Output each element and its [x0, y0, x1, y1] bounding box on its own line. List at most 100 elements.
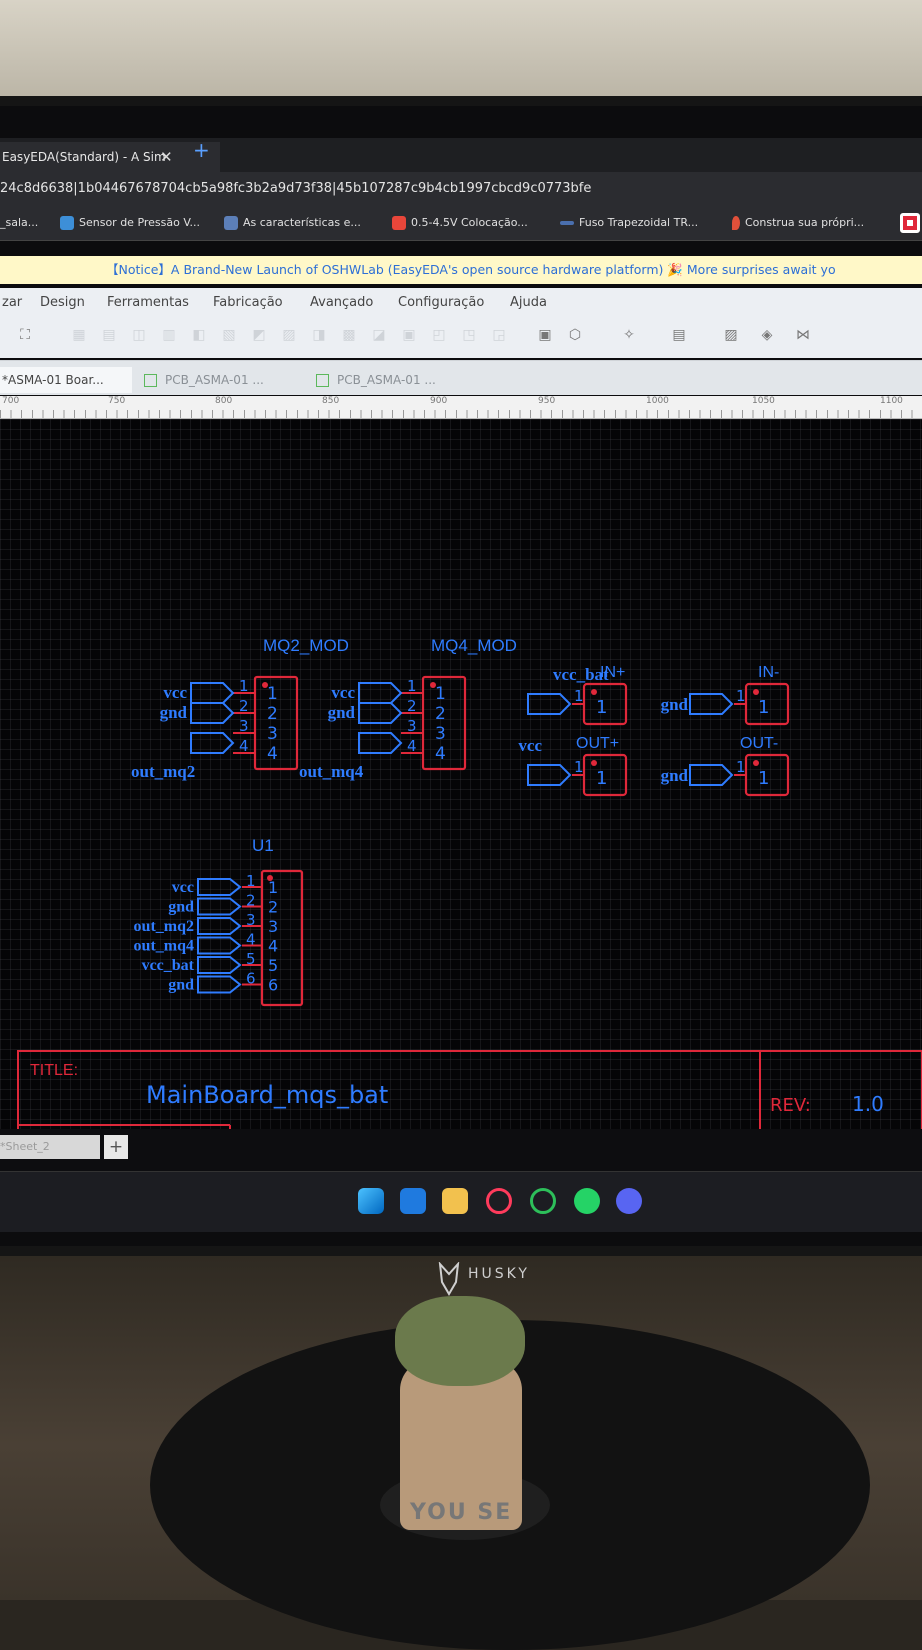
pin-number: 6 [268, 976, 278, 995]
export-image-icon[interactable]: ▨ [722, 326, 740, 344]
layers-icon[interactable]: ◈ [758, 326, 776, 344]
opera-icon[interactable] [486, 1188, 512, 1214]
net-label: vcc [331, 683, 355, 702]
menu-item-advanced[interactable]: Avançado [310, 288, 373, 318]
net-flag [197, 936, 242, 955]
menu-item-view[interactable]: zar [2, 288, 22, 318]
menu-item-fabrication[interactable]: Fabricação [213, 288, 283, 318]
share-icon[interactable]: ⋈ [794, 326, 812, 344]
whatsapp-icon[interactable] [574, 1188, 600, 1214]
menu-item-help[interactable]: Ajuda [510, 288, 547, 318]
windows-start-icon[interactable] [358, 1188, 384, 1214]
menu-item-design[interactable]: Design [40, 288, 85, 318]
net-label: out_mq4 [299, 762, 364, 781]
tab-schematic[interactable]: *ASMA-01 Boar... [0, 367, 132, 393]
net-flag [197, 956, 242, 974]
address-bar[interactable]: 24c8d6638|1b04467678704cb5a98fc3b2a9d73f… [0, 172, 922, 206]
pin-number-outer: 1 [574, 687, 584, 705]
connector-label: IN- [758, 664, 779, 681]
file-explorer-icon[interactable] [442, 1188, 468, 1214]
pcb-icon [316, 374, 329, 387]
monitor-screen: EasyEDA(Standard) - A Sim ✕ + 24c8d6638|… [0, 106, 922, 1246]
tool-icon: ▨ [282, 327, 296, 343]
pin1-marker [591, 689, 597, 695]
menu-item-tools[interactable]: Ferramentas [107, 288, 189, 318]
tab-pcb-2[interactable]: PCB_ASMA-01 ... [316, 367, 436, 393]
ruler-label: 900 [430, 396, 448, 406]
pin-number-outer: 5 [246, 950, 256, 968]
sheet-tab[interactable]: *Sheet_2 [0, 1135, 100, 1159]
image-icon[interactable]: ▣ [536, 326, 554, 344]
net-label: vcc_bat [142, 957, 195, 974]
bom-icon[interactable]: ▤ [670, 326, 688, 344]
figurine-head [395, 1296, 525, 1386]
windows-taskbar [0, 1171, 922, 1232]
net-flag [190, 732, 235, 754]
pin-number-outer: 2 [246, 892, 256, 910]
tool-icon: ◰ [432, 327, 446, 343]
toolbar: ⛶ ▦ ▤ ◫ ▥ ◧ ▧ ◩ ▨ ◨ ▩ ◪ ▣ ◰ ◳ ◲ ▣ ⬡ ✧ ▤ … [0, 318, 922, 358]
tool-icon: ▦ [72, 327, 86, 343]
pin-number-outer: 4 [239, 737, 249, 755]
tool-icon: ▩ [342, 327, 356, 343]
pin-number: 5 [268, 956, 278, 975]
discord-icon[interactable] [616, 1188, 642, 1214]
pin-number: 4 [267, 744, 278, 764]
opera-gx-icon[interactable] [530, 1188, 556, 1214]
monitor-brand: HUSKY [468, 1266, 530, 1282]
pin-number: 1 [758, 697, 769, 718]
close-icon[interactable]: ✕ [160, 142, 173, 172]
pin1-marker [753, 760, 759, 766]
component-icon[interactable]: ⬡ [566, 326, 584, 344]
pin-number: 3 [268, 917, 278, 936]
tab-pcb-1[interactable]: PCB_ASMA-01 ... [144, 367, 264, 393]
pin-icon [732, 216, 740, 230]
net-label: vcc_bat [553, 665, 609, 684]
bookmark-item[interactable]: Construa sua própri... [732, 206, 864, 240]
net-flag [358, 702, 403, 724]
net-label: vcc [518, 736, 542, 755]
horizontal-ruler: 700 750 800 850 900 950 1000 1050 1100 [0, 396, 922, 419]
tool-icon: ▥ [162, 327, 176, 343]
net-label: out_mq2 [134, 918, 194, 935]
pin-number-outer: 1 [407, 677, 417, 695]
pin-number-outer: 1 [246, 872, 256, 890]
ruler-label: 1000 [646, 396, 669, 406]
net-flag [190, 682, 235, 704]
bookmark-item[interactable]: Sensor de Pressão V... [60, 206, 200, 240]
bookmark-item[interactable]: _sala... [0, 206, 38, 240]
bookmark-item[interactable]: 0.5-4.5V Colocação... [392, 206, 528, 240]
pin-number: 1 [435, 684, 446, 704]
pin-number: 4 [268, 937, 278, 956]
schematic-canvas[interactable]: MQ2_MOD 1 1 vcc 2 2 gnd 3 3 4 4 out_mq2 MQ4_MOD 1 1 vcc… [0, 419, 922, 1129]
pcb-icon [144, 374, 157, 387]
net-label: out_mq4 [134, 938, 194, 955]
magic-wand-icon[interactable]: ✧ [620, 326, 638, 344]
net-flag [197, 897, 242, 916]
ruler-label: 1050 [752, 396, 775, 406]
bookmark-item[interactable] [900, 206, 922, 240]
document-tabs: *ASMA-01 Boar... PCB_ASMA-01 ... PCB_ASM… [0, 360, 922, 395]
tool-icon: ▣ [402, 327, 416, 343]
net-flag [527, 764, 572, 786]
net-label: gnd [168, 977, 194, 994]
fit-view-icon[interactable]: ⛶ [16, 326, 34, 344]
outlook-icon[interactable] [400, 1188, 426, 1214]
pin-number-outer: 4 [246, 931, 256, 949]
browser-tab[interactable]: EasyEDA(Standard) - A Sim ✕ [0, 142, 220, 172]
notice-banner[interactable]: 【Notice】A Brand-New Launch of OSHWLab (E… [0, 256, 922, 284]
new-tab-button[interactable]: + [193, 138, 210, 162]
net-label: gnd [328, 703, 356, 722]
url-text: 24c8d6638|1b04467678704cb5a98fc3b2a9d73f… [0, 181, 592, 196]
bookmark-item[interactable]: Fuso Trapezoidal TR... [560, 206, 698, 240]
ruler-label: 750 [108, 396, 126, 406]
net-label: gnd [661, 766, 689, 785]
bookmark-item[interactable]: As características e... [224, 206, 361, 240]
menu-item-settings[interactable]: Configuração [398, 288, 484, 318]
schematic-title: MainBoard_mqs_bat [146, 1081, 388, 1109]
add-sheet-button[interactable]: + [104, 1135, 128, 1159]
pin-number-outer: 1 [239, 677, 249, 695]
schematic-drawing[interactable]: MQ2_MOD1 1vcc2 2gnd3 34 4out_mq2MQ4_MOD1 1vcc… [0, 419, 922, 1129]
pin-number: 4 [435, 744, 446, 764]
net-flag [197, 917, 242, 935]
